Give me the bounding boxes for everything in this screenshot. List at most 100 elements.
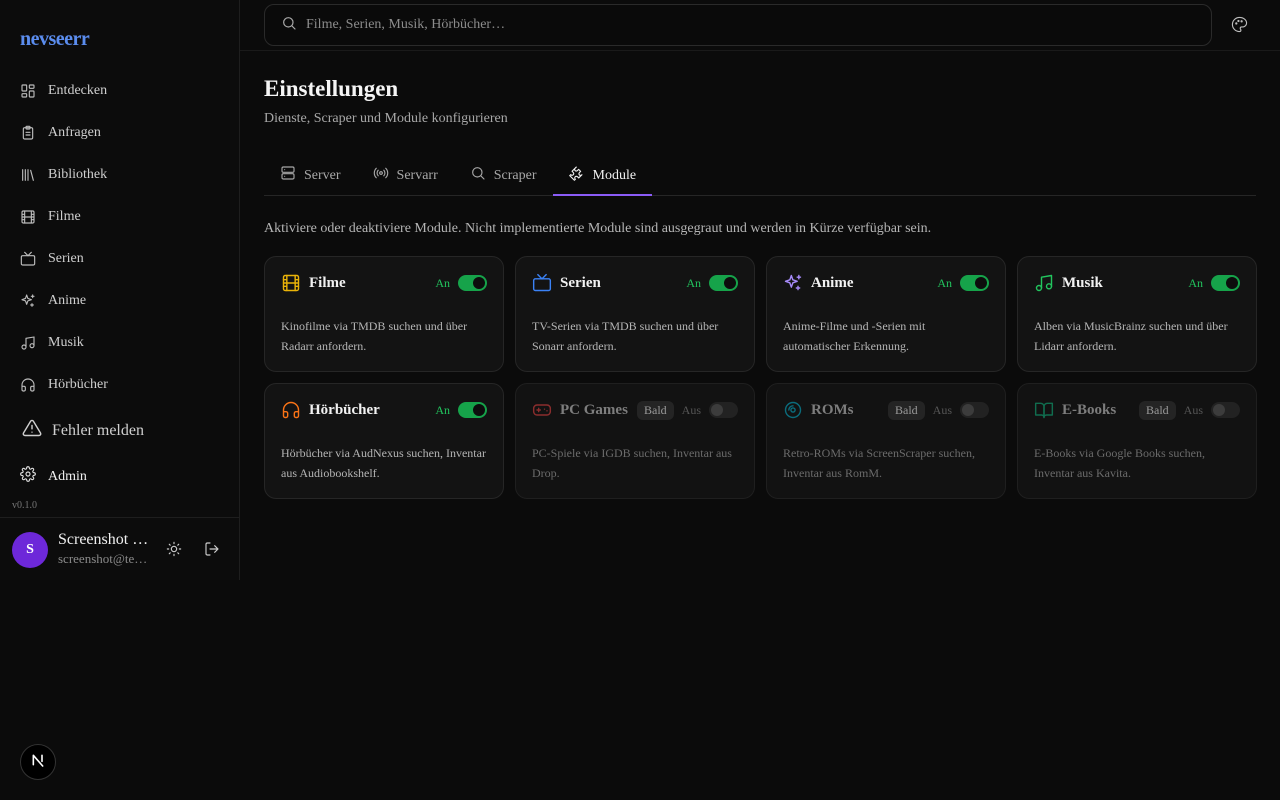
- module-description: Retro-ROMs via ScreenScraper suchen, Inv…: [783, 446, 975, 480]
- sidebar-item-filme[interactable]: Filme: [0, 196, 239, 238]
- module-state: Aus: [681, 402, 701, 417]
- sidebar-item-admin[interactable]: Admin: [20, 466, 87, 487]
- sidebar-nav: Entdecken Anfragen Bibliothek Filme Seri…: [0, 70, 239, 406]
- sidebar-item-serien[interactable]: Serien: [0, 238, 239, 280]
- nextjs-dev-badge[interactable]: [20, 744, 56, 780]
- module-toggle[interactable]: [1211, 402, 1240, 418]
- module-name: PC Games: [560, 401, 628, 418]
- module-toggle[interactable]: [960, 275, 989, 291]
- tab-label: Server: [304, 167, 341, 183]
- module-name: E-Books: [1062, 401, 1117, 418]
- tab-server[interactable]: Server: [264, 156, 357, 195]
- coming-soon-badge: Bald: [636, 400, 674, 420]
- module-name: ROMs: [811, 401, 854, 418]
- settings-tabs: Server Servarr Scraper Module: [264, 156, 1256, 196]
- tab-scraper[interactable]: Scraper: [454, 156, 553, 195]
- logout-button[interactable]: [204, 541, 222, 559]
- radio-icon: [373, 165, 397, 186]
- music-icon: [1034, 273, 1054, 293]
- avatar[interactable]: S: [12, 532, 48, 568]
- puzzle-icon: [568, 165, 593, 186]
- gamepad-icon: [532, 400, 552, 420]
- module-toggle[interactable]: [709, 402, 738, 418]
- tv-icon: [20, 251, 36, 267]
- film-icon: [20, 209, 36, 225]
- warning-triangle-icon: [22, 418, 52, 443]
- server-icon: [280, 165, 304, 186]
- admin-label: Admin: [48, 468, 87, 484]
- theme-toggle-button[interactable]: [166, 541, 184, 559]
- user-name: Screenshot User: [58, 531, 152, 548]
- coming-soon-badge: Bald: [1138, 400, 1176, 420]
- theme-palette-button[interactable]: [1231, 16, 1249, 34]
- palette-icon: [1231, 16, 1248, 37]
- module-grid: Filme An Kinofilme via TMDB suchen und ü…: [264, 256, 1257, 499]
- sidebar: nevseerr Entdecken Anfragen Bibliothek F…: [0, 0, 240, 580]
- module-toggle[interactable]: [709, 275, 738, 291]
- sidebar-item-entdecken[interactable]: Entdecken: [0, 70, 239, 112]
- tab-module[interactable]: Module: [552, 156, 653, 196]
- search-icon: [281, 15, 306, 36]
- module-toggle[interactable]: [458, 275, 487, 291]
- module-card-hoerbuecher: Hörbücher An Hörbücher via AudNexus such…: [264, 383, 504, 499]
- sidebar-item-label: Entdecken: [48, 83, 108, 98]
- module-card-roms: ROMs Bald Aus Retro-ROMs via ScreenScrap…: [766, 383, 1006, 499]
- module-state: An: [435, 402, 450, 417]
- user-email: screenshot@test.local: [58, 551, 152, 566]
- coming-soon-badge: Bald: [887, 400, 925, 420]
- tab-label: Servarr: [396, 167, 438, 183]
- module-description: PC-Spiele via IGDB suchen, Inventar aus …: [532, 446, 732, 480]
- tv-icon: [532, 273, 552, 293]
- gear-icon: [20, 466, 48, 487]
- report-bug-label: Fehler melden: [52, 421, 144, 439]
- module-card-filme: Filme An Kinofilme via TMDB suchen und ü…: [264, 256, 504, 372]
- sidebar-item-bibliothek[interactable]: Bibliothek: [0, 154, 239, 196]
- module-description: Kinofilme via TMDB suchen und über Radar…: [281, 319, 468, 353]
- sidebar-item-musik[interactable]: Musik: [0, 322, 239, 364]
- sidebar-item-anime[interactable]: Anime: [0, 280, 239, 322]
- module-state: An: [937, 275, 952, 290]
- tab-label: Scraper: [493, 167, 537, 183]
- headphones-icon: [281, 400, 301, 420]
- module-toggle[interactable]: [458, 402, 487, 418]
- modules-description: Aktiviere oder deaktiviere Module. Nicht…: [264, 221, 932, 236]
- module-card-pc-games: PC Games Bald Aus PC-Spiele via IGDB suc…: [515, 383, 755, 499]
- search-bar[interactable]: [264, 4, 1212, 46]
- book-open-icon: [1034, 400, 1054, 420]
- module-name: Musik: [1062, 274, 1103, 291]
- module-name: Serien: [560, 274, 601, 291]
- report-bug-button[interactable]: Fehler melden: [22, 418, 144, 443]
- sparkles-icon: [20, 293, 36, 309]
- module-name: Filme: [309, 274, 346, 291]
- search-icon: [470, 165, 494, 186]
- sidebar-item-hoerbuecher[interactable]: Hörbücher: [0, 364, 239, 406]
- sidebar-item-label: Serien: [48, 251, 84, 266]
- tab-servarr[interactable]: Servarr: [357, 156, 454, 195]
- app-logo[interactable]: nevseerr: [20, 28, 90, 51]
- module-toggle[interactable]: [960, 402, 989, 418]
- module-toggle[interactable]: [1211, 275, 1240, 291]
- module-state: An: [1188, 275, 1203, 290]
- search-input[interactable]: [306, 17, 1186, 33]
- sidebar-item-anfragen[interactable]: Anfragen: [0, 112, 239, 154]
- module-state: Aus: [932, 402, 952, 417]
- module-description: TV-Serien via TMDB suchen und über Sonar…: [532, 319, 719, 353]
- module-name: Anime: [811, 274, 854, 291]
- sidebar-item-label: Hörbücher: [48, 377, 108, 392]
- app-version: v0.1.0: [12, 500, 37, 511]
- module-card-e-books: E-Books Bald Aus E-Books via Google Book…: [1017, 383, 1257, 499]
- module-state: An: [435, 275, 450, 290]
- sidebar-item-label: Musik: [48, 335, 84, 350]
- module-description: Hörbücher via AudNexus suchen, Inventar …: [281, 446, 486, 480]
- module-state: An: [686, 275, 701, 290]
- module-card-musik: Musik An Alben via MusicBrainz suchen un…: [1017, 256, 1257, 372]
- sidebar-item-label: Bibliothek: [48, 167, 108, 182]
- sidebar-item-label: Anime: [48, 293, 87, 308]
- module-card-anime: Anime An Anime-Filme und -Serien mit aut…: [766, 256, 1006, 372]
- nextjs-logo-icon: [30, 752, 46, 773]
- sun-icon: [166, 541, 182, 561]
- disc-icon: [783, 400, 803, 420]
- page-title: Einstellungen: [264, 76, 399, 101]
- log-out-icon: [204, 542, 220, 561]
- film-icon: [281, 273, 301, 293]
